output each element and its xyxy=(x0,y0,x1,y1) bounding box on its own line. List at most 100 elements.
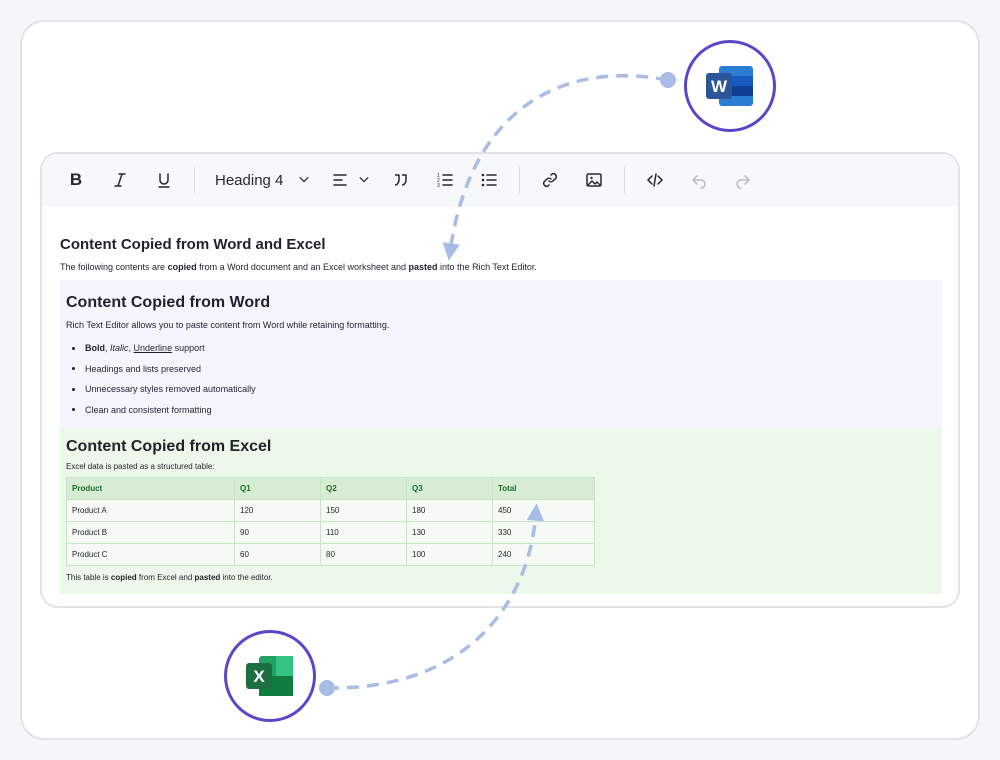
column-header: Q1 xyxy=(234,477,321,500)
list-item: Unnecessary styles removed automatically xyxy=(72,379,936,400)
italic-button[interactable] xyxy=(98,164,142,196)
table-cell: 130 xyxy=(406,521,493,544)
bullet-dot xyxy=(72,408,75,412)
bold-button[interactable]: B xyxy=(54,164,98,196)
bullet-dot xyxy=(72,346,75,350)
excel-app-badge: X xyxy=(224,630,316,722)
table-cell: 110 xyxy=(320,521,407,544)
toolbar-divider xyxy=(624,167,625,193)
italic-icon xyxy=(114,173,126,187)
table-row: Product A 120 150 180 450 xyxy=(66,499,595,522)
excel-icon-letter: X xyxy=(253,667,265,686)
numbered-list-button[interactable]: 123 xyxy=(423,164,467,196)
note-bold-copied: copied xyxy=(110,573,137,582)
word-content-section: Content Copied from Word Rich Text Edito… xyxy=(60,280,942,428)
column-header: Q3 xyxy=(406,477,493,500)
source-code-button[interactable] xyxy=(633,164,677,196)
undo-button[interactable] xyxy=(677,164,721,196)
column-header: Total xyxy=(492,477,595,500)
word-icon-letter: W xyxy=(711,77,728,96)
word-icon: W xyxy=(706,66,753,106)
table-cell: 150 xyxy=(320,499,407,522)
underline-text: Underline xyxy=(133,343,173,354)
table-header-row: Product Q1 Q2 Q3 Total xyxy=(66,477,595,500)
redo-icon xyxy=(736,175,751,189)
table-cell: 330 xyxy=(492,521,595,544)
document-title: Content Copied from Word and Excel xyxy=(60,236,326,253)
image-button[interactable] xyxy=(572,164,616,196)
list-item: Headings and lists preserved xyxy=(72,359,936,380)
chevron-down-icon xyxy=(299,177,309,183)
svg-text:3: 3 xyxy=(437,183,440,189)
underline-button[interactable] xyxy=(142,164,186,196)
intro-bold-pasted: pasted xyxy=(408,262,438,272)
list-item-text: Headings and lists preserved xyxy=(85,363,202,374)
quote-icon xyxy=(394,174,407,186)
intro-paragraph: The following contents are copied from a… xyxy=(60,262,537,272)
align-dropdown[interactable] xyxy=(321,164,379,196)
numbered-list-icon: 123 xyxy=(437,173,453,189)
rich-text-editor: B Heading 4 123 Content Copied from Word… xyxy=(40,152,960,608)
list-item-text: Unnecessary styles removed automatically xyxy=(85,384,256,395)
align-left-icon xyxy=(333,174,347,186)
excel-data-table: Product Q1 Q2 Q3 Total Product A 120 150… xyxy=(66,477,595,566)
underline-icon xyxy=(158,173,170,188)
bulleted-list-button[interactable] xyxy=(467,164,511,196)
table-cell: 180 xyxy=(406,499,493,522)
table-row: Product C 60 80 100 240 xyxy=(66,543,595,566)
link-button[interactable] xyxy=(528,164,572,196)
note-bold-pasted: pasted xyxy=(194,573,221,582)
chevron-down-icon xyxy=(359,177,369,183)
table-row: Product B 90 110 130 330 xyxy=(66,521,595,544)
table-cell: 80 xyxy=(320,543,407,566)
table-cell: Product B xyxy=(66,521,235,544)
bulleted-list-icon xyxy=(481,173,497,187)
table-cell: 100 xyxy=(406,543,493,566)
excel-section-title: Content Copied from Excel xyxy=(66,438,272,455)
italic-text: Italic xyxy=(110,343,129,354)
table-cell: 60 xyxy=(234,543,321,566)
intro-text: from a Word document and an Excel worksh… xyxy=(196,262,409,272)
excel-icon: X xyxy=(246,656,293,696)
word-app-badge: W xyxy=(684,40,776,132)
heading-dropdown-value: Heading 4 xyxy=(215,171,284,189)
table-cell: 90 xyxy=(234,521,321,544)
bullet-dot xyxy=(72,367,75,371)
column-header: Q2 xyxy=(320,477,407,500)
blockquote-button[interactable] xyxy=(379,164,423,196)
intro-bold-copied: copied xyxy=(167,262,197,272)
excel-section-description: Excel data is pasted as a structured tab… xyxy=(66,462,215,471)
word-section-description: Rich Text Editor allows you to paste con… xyxy=(66,320,390,330)
bold-icon: B xyxy=(69,170,83,189)
excel-table-note: This table is copied from Excel and past… xyxy=(66,573,936,582)
intro-text: into the Rich Text Editor. xyxy=(437,262,537,272)
word-section-title: Content Copied from Word xyxy=(66,294,271,311)
table-cell: Product A xyxy=(66,499,235,522)
table-cell: 450 xyxy=(492,499,595,522)
table-cell: 240 xyxy=(492,543,595,566)
redo-button[interactable] xyxy=(721,164,765,196)
note-text: This table is xyxy=(66,573,111,582)
table-cell: 120 xyxy=(234,499,321,522)
word-feature-list: Bold, Italic, Underline support Headings… xyxy=(66,338,936,420)
column-header: Product xyxy=(66,477,235,500)
list-item-text: Clean and consistent formatting xyxy=(85,404,212,415)
image-icon xyxy=(586,173,602,187)
note-text: from Excel and xyxy=(136,573,195,582)
undo-icon xyxy=(691,175,706,189)
table-cell: Product C xyxy=(66,543,235,566)
toolbar-divider xyxy=(194,167,195,193)
bullet-dot xyxy=(72,387,75,391)
code-icon xyxy=(646,173,664,187)
heading-dropdown[interactable]: Heading 4 xyxy=(203,164,321,196)
note-text: into the editor. xyxy=(220,573,273,582)
excel-content-section: Content Copied from Excel Excel data is … xyxy=(60,428,942,594)
intro-text: The following contents are xyxy=(60,262,168,272)
link-icon xyxy=(542,172,558,188)
list-item-text: support xyxy=(172,343,205,354)
editor-toolbar: B Heading 4 123 xyxy=(42,154,958,206)
list-item: Clean and consistent formatting xyxy=(72,400,936,421)
bold-text: Bold xyxy=(85,343,105,354)
editor-content[interactable]: Content Copied from Word and Excel The f… xyxy=(60,206,942,606)
toolbar-divider xyxy=(519,167,520,193)
